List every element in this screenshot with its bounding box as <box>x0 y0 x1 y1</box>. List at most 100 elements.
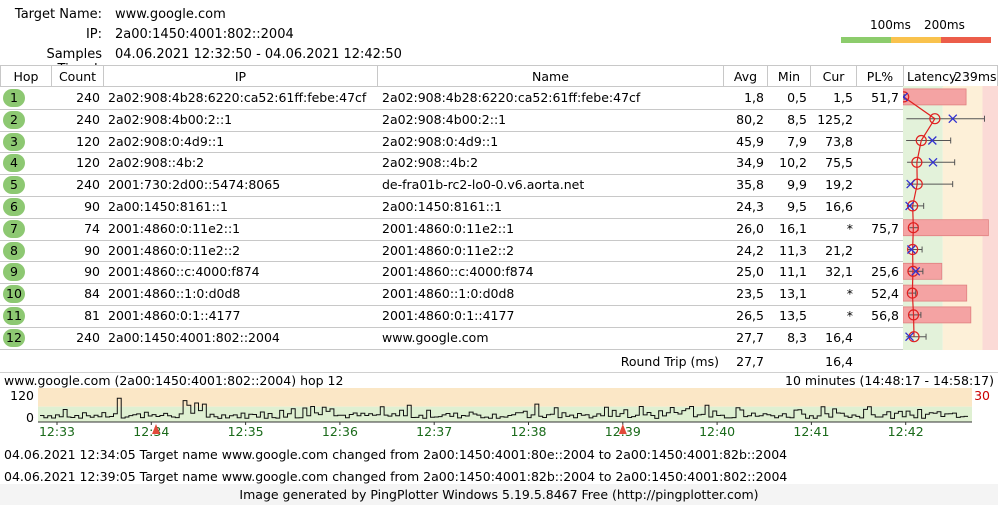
hop-ip: 2001:730:2d00::5474:8065 <box>108 177 281 193</box>
hop-min: 8,3 <box>787 329 807 345</box>
hop-avg: 24,3 <box>736 199 764 214</box>
timeline-zone-warn <box>38 388 972 407</box>
hop-min: 7,9 <box>787 133 807 149</box>
hop-number-badge: 6 <box>3 198 25 216</box>
hop-avg: 35,8 <box>736 177 764 193</box>
hop-cur: 32,1 <box>825 264 853 280</box>
table-row[interactable]: 9 90 2001:4860::c:4000:f874 2001:4860::c:40… <box>0 261 998 283</box>
scale-bar-good <box>841 37 891 43</box>
table-row[interactable]: 3 120 2a02:908:0:4d9::1 2a02:908:0:4d9::1 45… <box>0 131 998 153</box>
hop-min: 0,5 <box>787 90 807 105</box>
hop-cur: 19,2 <box>825 177 853 193</box>
hop-cur: 16,4 <box>825 329 853 345</box>
table-row[interactable]: 11 81 2001:4860:0:1::4177 2001:4860:0:1::41… <box>0 305 998 327</box>
column-header-cur[interactable]: Cur <box>810 65 857 87</box>
latency-graph <box>903 86 998 350</box>
hop-name: 2001:4860:0:11e2::1 <box>382 220 515 236</box>
table-row[interactable]: 1 240 2a02:908:4b28:6220:ca52:61ff:febe:47… <box>0 87 998 109</box>
scale-bar-bad <box>941 37 991 43</box>
hop-count: 240 <box>76 177 100 193</box>
target-name-label: Target Name: <box>14 7 102 22</box>
table-row[interactable]: 7 74 2001:4860:0:11e2::1 2001:4860:0:11e2::… <box>0 218 998 240</box>
hop-number-badge: 2 <box>3 110 25 129</box>
hop-avg: 26,5 <box>736 308 764 323</box>
hop-min: 13,5 <box>779 308 807 323</box>
column-header-name[interactable]: Name <box>377 65 724 87</box>
hop-name: 2a02:908::4b:2 <box>382 155 479 171</box>
hop-pl: 75,7 <box>871 220 899 236</box>
hop-name: 2a02:908:0:4d9::1 <box>382 133 499 149</box>
hop-ip: 2001:4860::1:0:d0d8 <box>108 286 241 302</box>
timeline-tick-label: 12:36 <box>322 424 358 439</box>
column-header-min[interactable]: Min <box>767 65 811 87</box>
hop-min: 8,5 <box>787 111 807 127</box>
hop-pl: 52,4 <box>871 286 899 302</box>
hop-pl <box>856 240 903 262</box>
hop-avg: 26,0 <box>736 220 764 236</box>
hop-number-badge: 11 <box>3 307 25 325</box>
table-row[interactable]: 2 240 2a02:908:4b00:2::1 2a02:908:4b00:2::1… <box>0 109 998 131</box>
timeline-right-value: 30 <box>974 388 990 403</box>
hop-pl <box>856 196 903 218</box>
table-row[interactable]: 8 90 2001:4860:0:11e2::2 2001:4860:0:11e2::… <box>0 240 998 262</box>
hop-number-badge: 7 <box>3 219 25 238</box>
target-name-value: www.google.com <box>115 7 226 22</box>
column-header-hop[interactable]: Hop <box>0 65 52 87</box>
hop-ip: 2a02:908:4b28:6220:ca52:61ff:febe:47cf <box>108 90 367 105</box>
scale-label-100ms: 100ms <box>870 18 911 32</box>
hop-number-badge: 12 <box>3 328 25 347</box>
hop-cur: 125,2 <box>817 111 853 127</box>
latency-header-max: 239ms <box>954 69 997 84</box>
hop-count: 240 <box>76 90 100 105</box>
table-row[interactable]: 12 240 2a00:1450:4001:802::2004 www.google.… <box>0 327 998 349</box>
hop-number-badge: 3 <box>3 132 25 151</box>
timeline-tick-label: 12:38 <box>510 424 546 439</box>
column-header-pl[interactable]: PL% <box>856 65 904 87</box>
hop-cur: * <box>846 308 853 323</box>
hop-name: 2001:4860::1:0:d0d8 <box>382 286 515 302</box>
hop-count: 84 <box>84 286 100 302</box>
hop-min: 13,1 <box>779 286 807 302</box>
timeline-tick-label: 12:35 <box>228 424 264 439</box>
timeline-tick-label: 12:41 <box>793 424 829 439</box>
hop-count: 120 <box>76 133 100 149</box>
round-trip-avg: 27,7 <box>736 354 764 369</box>
hop-name: 2001:4860::c:4000:f874 <box>382 264 534 280</box>
column-header-count[interactable]: Count <box>51 65 104 87</box>
hop-name: 2a00:1450:8161::1 <box>382 199 502 214</box>
round-trip-cur: 16,4 <box>825 354 853 369</box>
hop-ip: 2a02:908:4b00:2::1 <box>108 111 233 127</box>
timeline-zone-good <box>38 406 972 422</box>
event-item-2: 04.06.2021 12:39:05 Target name www.goog… <box>4 469 788 484</box>
table-row[interactable]: 6 90 2a00:1450:8161::1 2a00:1450:8161::1 24,… <box>0 196 998 218</box>
table-row[interactable]: 4 120 2a02:908::4b:2 2a02:908::4b:2 34,9 10,2… <box>0 152 998 174</box>
column-header-ip[interactable]: IP <box>103 65 378 87</box>
hop-avg: 27,7 <box>736 329 764 345</box>
hop-name: 2a02:908:4b00:2::1 <box>382 111 507 127</box>
hop-number-badge: 8 <box>3 241 25 260</box>
hop-ip: 2a02:908::4b:2 <box>108 155 205 171</box>
hop-cur: * <box>846 220 853 236</box>
hop-number-badge: 4 <box>3 154 25 173</box>
hop-pl: 25,6 <box>871 264 899 280</box>
hop-number-badge: 1 <box>3 89 25 107</box>
column-header-avg[interactable]: Avg <box>723 65 768 87</box>
hop-count: 74 <box>84 220 100 236</box>
ip-value: 2a00:1450:4001:802::2004 <box>115 27 294 42</box>
hop-count: 81 <box>84 308 100 323</box>
event-item-1: 04.06.2021 12:34:05 Target name www.goog… <box>4 447 788 462</box>
hop-cur: 16,6 <box>825 199 853 214</box>
table-row[interactable]: 10 84 2001:4860::1:0:d0d8 2001:4860::1:0:d0… <box>0 283 998 305</box>
hop-avg: 23,5 <box>736 286 764 302</box>
column-header-latency[interactable]: Latency 239ms <box>903 65 998 87</box>
hop-ip: 2a00:1450:8161::1 <box>108 199 228 214</box>
samples-timed-value: 04.06.2021 12:32:50 - 04.06.2021 12:42:5… <box>115 47 402 62</box>
hop-avg: 45,9 <box>736 133 764 149</box>
hop-count: 90 <box>84 199 100 214</box>
ip-label: IP: <box>85 27 102 42</box>
hop-count: 240 <box>76 111 100 127</box>
table-row[interactable]: 5 240 2001:730:2d00::5474:8065 de-fra01b-rc… <box>0 174 998 196</box>
hop-min: 11,1 <box>779 264 807 280</box>
round-trip-label: Round Trip (ms) <box>620 354 719 369</box>
hop-cur: * <box>846 286 853 302</box>
